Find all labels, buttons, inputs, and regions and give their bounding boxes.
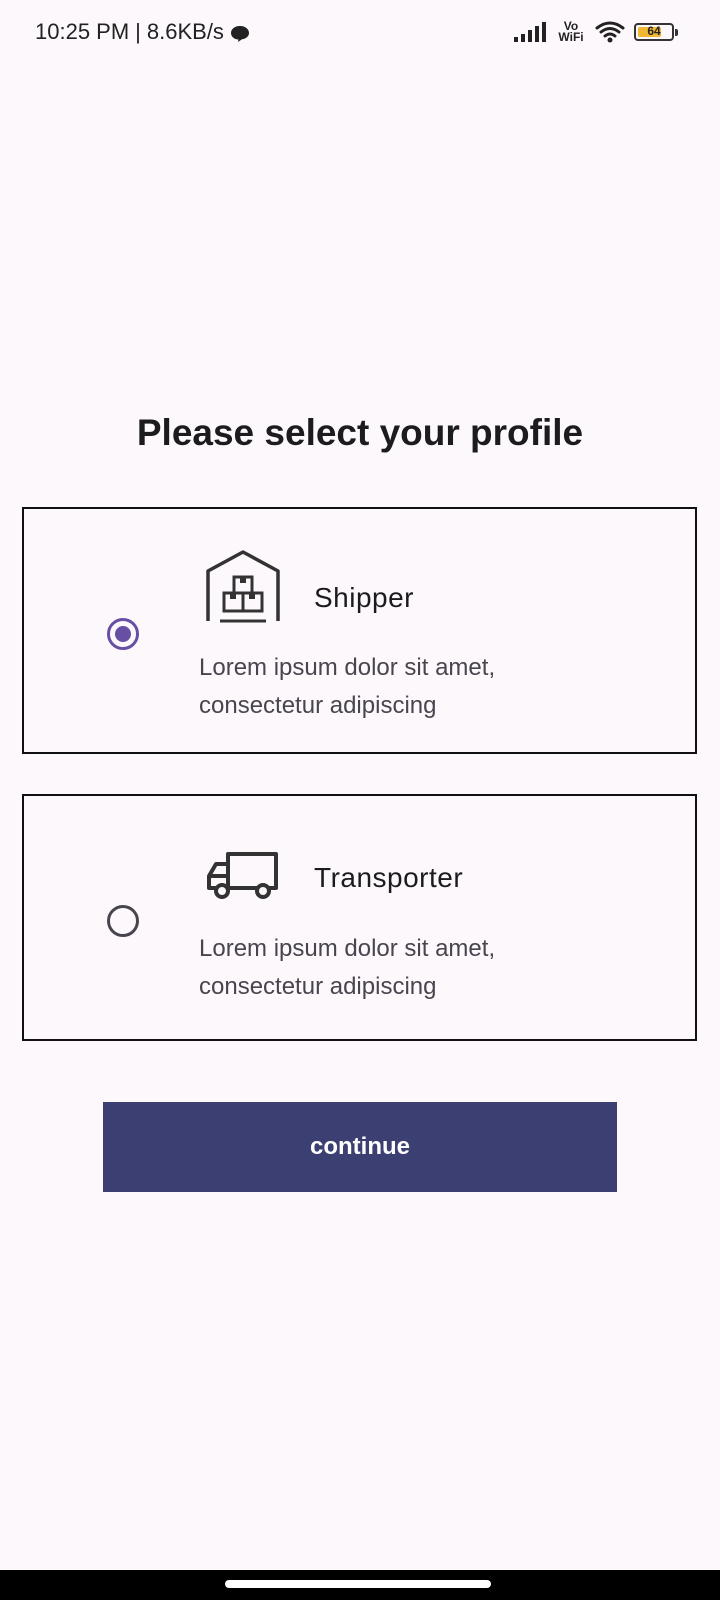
battery-level: 64 bbox=[647, 24, 661, 38]
continue-button[interactable]: continue bbox=[103, 1102, 617, 1192]
radio-shipper[interactable] bbox=[107, 618, 139, 650]
signal-icon bbox=[513, 21, 547, 43]
vowifi-bottom: WiFi bbox=[558, 30, 584, 44]
battery-icon: 64 bbox=[634, 21, 680, 43]
status-time: 10:25 PM bbox=[35, 19, 130, 44]
vowifi-icon: Vo WiFi bbox=[556, 20, 586, 44]
network-speed: 8.6KB/s bbox=[146, 19, 224, 44]
navigation-bar bbox=[0, 1570, 720, 1600]
warehouse-icon bbox=[204, 549, 282, 623]
wifi-icon bbox=[595, 20, 625, 44]
card-label-shipper: Shipper bbox=[314, 582, 415, 613]
profile-card-transporter[interactable]: Transporter Lorem ipsum dolor sit amet, … bbox=[22, 794, 697, 1041]
status-separator: | bbox=[135, 19, 141, 44]
truck-icon bbox=[204, 846, 282, 904]
status-left: 10:25 PM | 8.6KB/s bbox=[35, 19, 250, 45]
card-description-shipper: Lorem ipsum dolor sit amet, consectetur … bbox=[199, 654, 496, 719]
page-title: Please select your profile bbox=[136, 412, 584, 453]
card-description-transporter: Lorem ipsum dolor sit amet, consectetur … bbox=[199, 935, 496, 1000]
card-label-transporter: Transporter bbox=[314, 862, 464, 893]
home-indicator[interactable] bbox=[225, 1580, 491, 1588]
radio-transporter[interactable] bbox=[107, 905, 139, 937]
status-right: Vo WiFi 64 bbox=[513, 20, 680, 44]
chat-icon bbox=[230, 23, 250, 42]
status-bar: 10:25 PM | 8.6KB/s Vo WiFi 64 bbox=[0, 0, 720, 70]
profile-card-shipper[interactable]: Shipper Lorem ipsum dolor sit amet, cons… bbox=[22, 507, 697, 754]
battery-tip bbox=[675, 29, 678, 36]
